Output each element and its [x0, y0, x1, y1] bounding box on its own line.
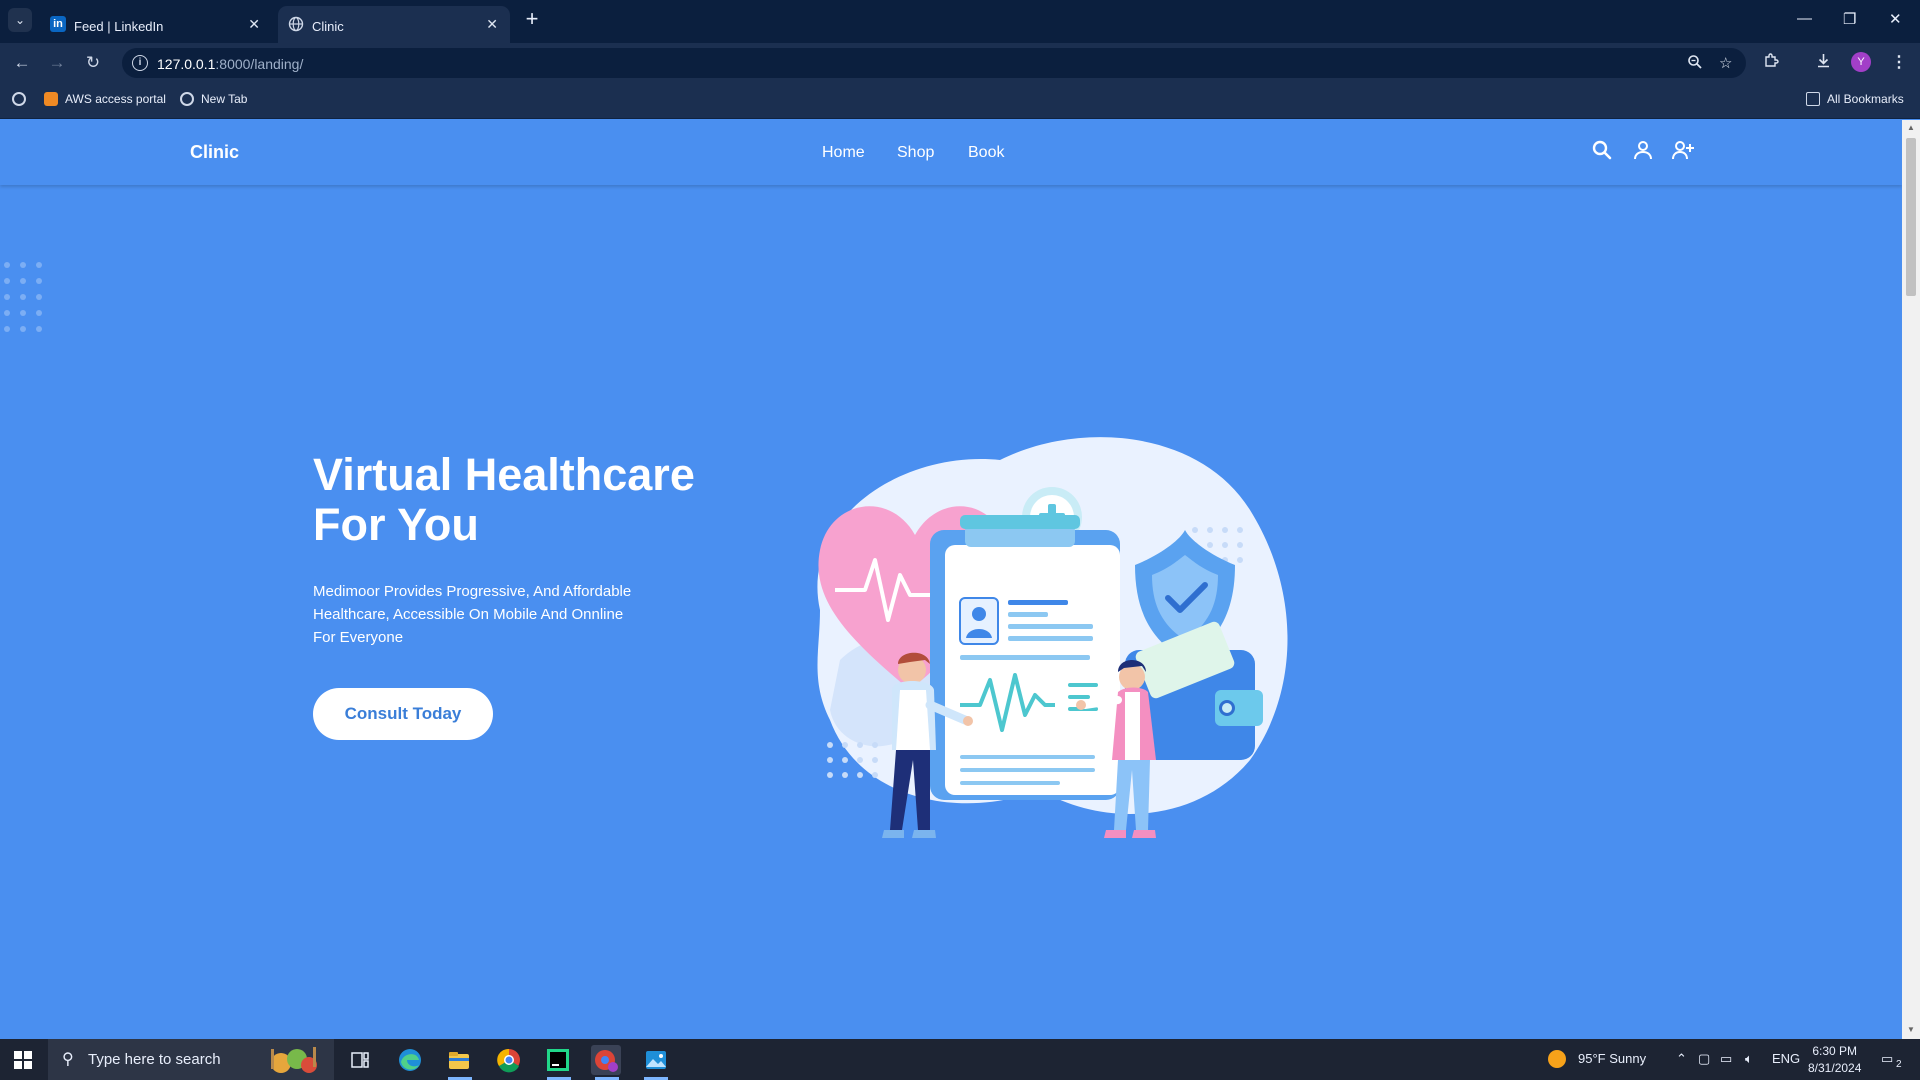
close-icon[interactable]: ✕: [248, 16, 260, 33]
search-placeholder: Type here to search: [88, 1051, 221, 1068]
browser-tab-bar: ⌄ in Feed | LinkedIn ✕ Clinic ✕ + — ❐ ✕: [0, 0, 1920, 43]
notification-count: 2: [1896, 1059, 1902, 1070]
clock[interactable]: 6:30 PM 8/31/2024: [1808, 1043, 1861, 1077]
site-header: Clinic Home Shop Book: [0, 120, 1902, 185]
chrome-icon[interactable]: [494, 1045, 524, 1075]
windows-start-icon[interactable]: [14, 1051, 32, 1069]
language-indicator[interactable]: ENG: [1772, 1051, 1800, 1066]
file-explorer-icon[interactable]: [444, 1045, 474, 1075]
nav-book[interactable]: Book: [968, 144, 1004, 162]
tab-clinic[interactable]: Clinic ✕: [278, 6, 510, 43]
windows-taskbar: ⚲ Type here to search 95°F Sunny ⌃ ▢ ▭ 🔈…: [0, 1039, 1920, 1080]
consult-today-button[interactable]: Consult Today: [313, 688, 493, 740]
star-icon[interactable]: ☆: [1719, 54, 1732, 72]
zoom-icon[interactable]: [1687, 54, 1703, 74]
chevron-up-icon[interactable]: ⌃: [1676, 1051, 1687, 1067]
search-icon: ⚲: [62, 1051, 74, 1068]
weather-text[interactable]: 95°F Sunny: [1578, 1051, 1646, 1066]
photos-icon[interactable]: [641, 1045, 671, 1075]
all-bookmarks[interactable]: All Bookmarks: [1806, 92, 1904, 106]
hero-title: Virtual Healthcare For You: [313, 449, 695, 550]
tab-search-button[interactable]: ⌄: [8, 8, 32, 32]
bookmark-aws[interactable]: AWS access portal: [44, 92, 166, 106]
bookmark-new-tab[interactable]: New Tab: [180, 92, 247, 106]
globe-icon: [288, 16, 304, 32]
edge-icon[interactable]: [395, 1045, 425, 1075]
pycharm-icon[interactable]: [543, 1045, 573, 1075]
download-icon[interactable]: [1815, 52, 1832, 74]
user-icon[interactable]: [1631, 138, 1655, 162]
taskbar-search[interactable]: ⚲ Type here to search: [48, 1039, 334, 1080]
window-close-icon[interactable]: ✕: [1889, 10, 1902, 28]
hero-subtitle: Medimoor Provides Progressive, And Affor…: [313, 583, 632, 646]
linkedin-icon: in: [50, 16, 66, 32]
search-highlight-icon: [271, 1047, 317, 1073]
scrollbar-thumb[interactable]: [1906, 138, 1916, 296]
notifications-icon[interactable]: ▭: [1881, 1051, 1893, 1067]
apps-icon[interactable]: [12, 92, 33, 106]
bookmarks-bar: AWS access portal New Tab All Bookmarks: [0, 81, 1920, 119]
profile-avatar[interactable]: Y: [1851, 52, 1871, 72]
chrome-profile-icon: [595, 1050, 618, 1072]
chrome-profile-app[interactable]: [591, 1045, 621, 1075]
weather-icon[interactable]: [1547, 1049, 1567, 1072]
page-scrollbar[interactable]: ▲ ▼: [1902, 120, 1920, 1039]
task-view-icon[interactable]: [345, 1045, 375, 1075]
tab-title: Feed | LinkedIn: [74, 19, 164, 34]
restore-icon[interactable]: ❐: [1843, 10, 1856, 28]
url-text: 127.0.0.1:8000/landing/: [157, 56, 304, 72]
tab-title: Clinic: [312, 19, 344, 34]
site-brand[interactable]: Clinic: [190, 142, 239, 163]
menu-icon[interactable]: ⋮: [1891, 52, 1907, 72]
back-icon[interactable]: ←: [11, 52, 33, 74]
globe-icon: [180, 92, 194, 106]
tab-linkedin[interactable]: in Feed | LinkedIn ✕: [40, 6, 272, 43]
reload-icon[interactable]: ↻: [82, 52, 104, 74]
healthcare-illustration: [817, 437, 1288, 838]
folder-icon: [1806, 92, 1820, 106]
minimize-icon[interactable]: —: [1797, 10, 1812, 27]
site-info-icon[interactable]: i: [132, 55, 148, 71]
close-icon[interactable]: ✕: [486, 16, 498, 33]
extensions-icon[interactable]: [1763, 52, 1780, 74]
volume-icon[interactable]: 🔈︎: [1745, 1051, 1753, 1067]
address-bar[interactable]: i 127.0.0.1:8000/landing/ ☆: [122, 48, 1746, 78]
search-icon[interactable]: [1590, 138, 1614, 162]
user-plus-icon[interactable]: [1671, 138, 1695, 162]
nav-shop[interactable]: Shop: [897, 144, 934, 162]
network-icon[interactable]: ▭: [1720, 1051, 1732, 1067]
forward-icon[interactable]: →: [46, 52, 68, 74]
aws-icon: [44, 92, 58, 106]
new-tab-button[interactable]: +: [520, 8, 544, 32]
browser-toolbar: ← → ↻ i 127.0.0.1:8000/landing/ ☆ Y ⋮: [0, 43, 1920, 81]
meet-icon[interactable]: ▢: [1698, 1051, 1710, 1067]
nav-home[interactable]: Home: [822, 144, 865, 162]
page-viewport: Clinic Home Shop Book Virtual Healthcare…: [0, 120, 1920, 1039]
